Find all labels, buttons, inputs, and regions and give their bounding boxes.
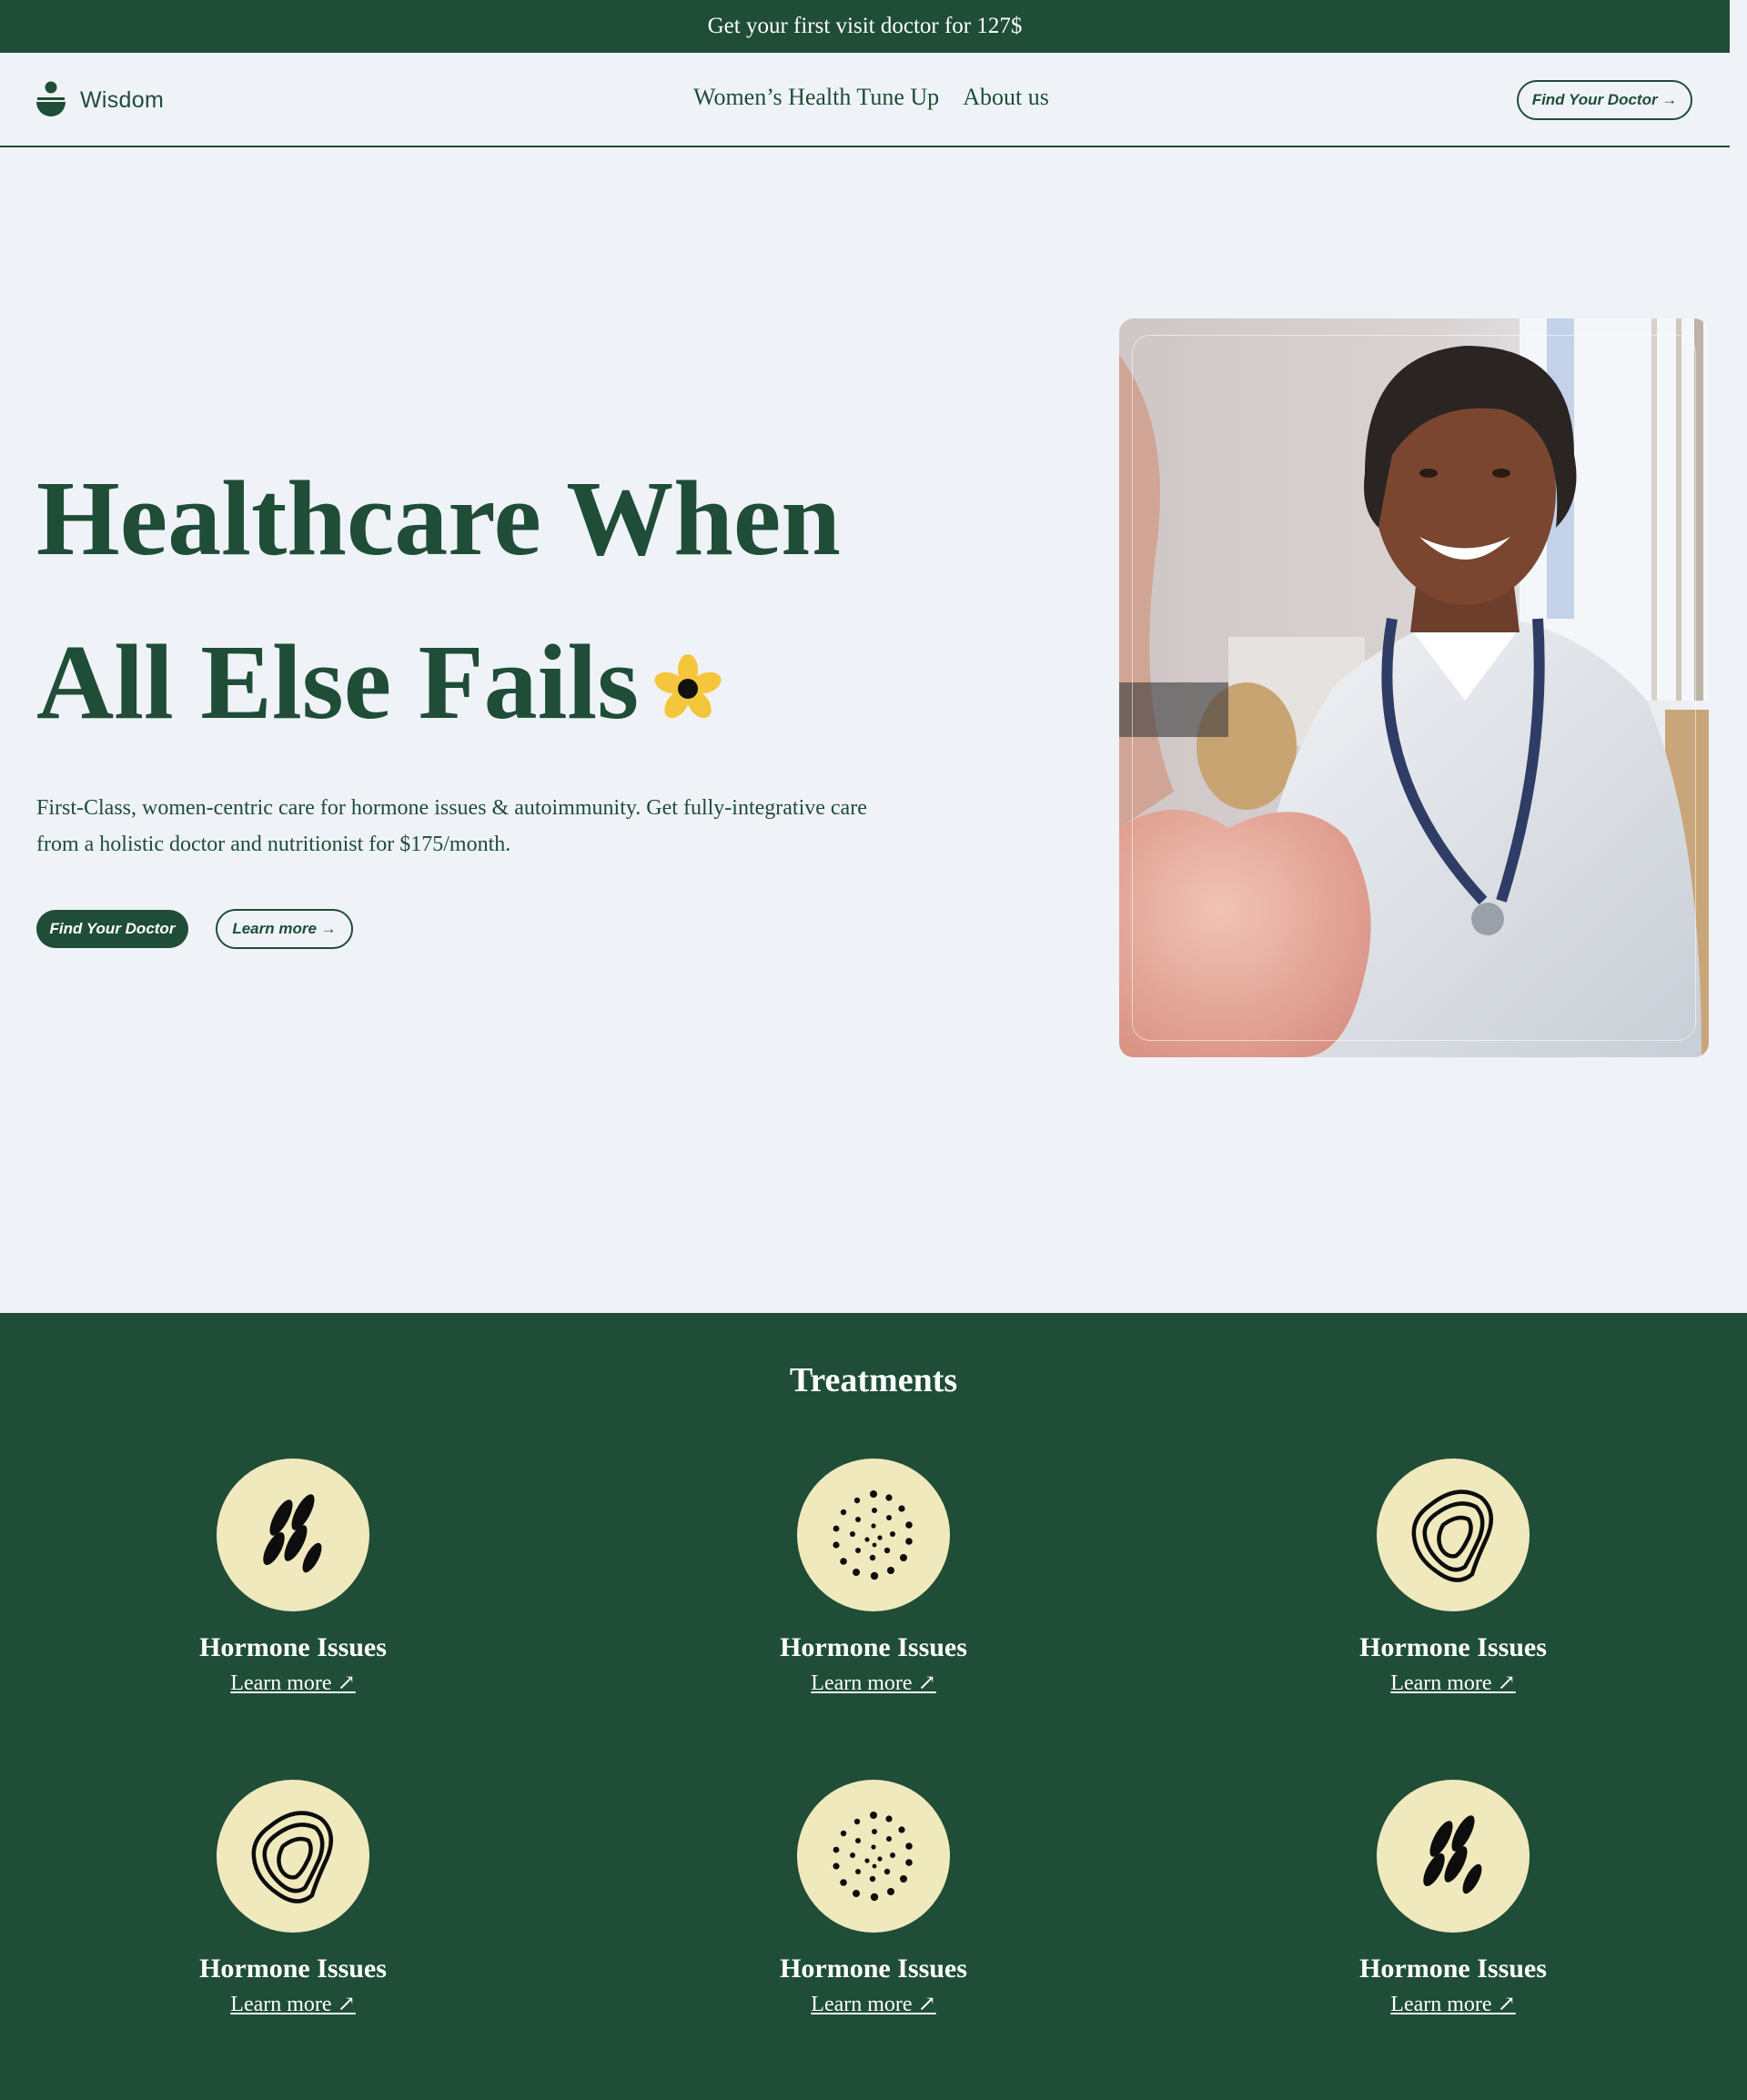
nav-link-about-us[interactable]: About us [963,84,1049,111]
promo-text: Get your first visit doctor for 127$ [707,14,1023,38]
treatment-card: Hormone Issues Learn more ↗ [157,1780,429,2017]
treatment-icon-circle [1377,1780,1530,1933]
treatment-card: Hormone Issues Learn more ↗ [737,1780,1010,2017]
seeds-icon [1423,1815,1482,1894]
nav-link-womens-health[interactable]: Women’s Health Tune Up [693,84,939,111]
hero-title-line-2: All Else Fails [36,622,640,742]
treatments-section: Treatments Hormone Issues Learn more ↗ H… [0,1313,1747,2100]
treatment-name: Hormone Issues [1359,1632,1547,1662]
treatment-name: Hormone Issues [780,1632,967,1662]
nav-links: Women’s Health Tune Up About us [693,84,1049,111]
logo-icon [36,81,66,116]
brand-name: Wisdom [80,86,165,113]
treatment-learn-more-link[interactable]: Learn more ↗ [811,1991,935,2017]
hero-title-line-1: Healthcare When [36,459,841,578]
dots-icon [833,1490,913,1580]
treatment-name: Hormone Issues [780,1954,967,1984]
treatment-card: Hormone Issues Learn more ↗ [157,1459,429,1696]
hero-description: First-Class, women-centric care for horm… [36,796,867,856]
flower-icon [654,653,722,719]
treatment-name: Hormone Issues [199,1632,387,1662]
treatment-name: Hormone Issues [1359,1954,1547,1984]
treatment-learn-more-link[interactable]: Learn more ↗ [1390,1991,1515,2017]
learn-more-button[interactable]: Learn more → [216,909,353,949]
treatment-icon-circle [797,1459,950,1611]
promo-bar: Get your first visit doctor for 127$ [0,0,1730,53]
treatment-card: Hormone Issues Learn more ↗ [737,1459,1010,1696]
treatment-learn-more-link[interactable]: Learn more ↗ [1390,1670,1515,1696]
contour-icon [251,1811,334,1903]
treatments-title: Treatments [789,1361,958,1399]
treatment-learn-more-link[interactable]: Learn more ↗ [811,1670,935,1696]
doctor-illustration [1119,318,1709,1057]
dots-icon [833,1812,913,1902]
treatment-learn-more-link[interactable]: Learn more ↗ [230,1991,355,2017]
treatment-icon-circle [217,1459,369,1611]
top-navigation: Wisdom Women’s Health Tune Up About us F… [0,53,1730,147]
treatment-name: Hormone Issues [199,1954,387,1984]
treatment-card: Hormone Issues Learn more ↗ [1317,1780,1590,2017]
seeds-icon [263,1494,322,1573]
hero-title-line-2-wrap: All Else Fails [36,601,841,764]
treatment-icon-circle [217,1780,369,1933]
contour-icon [1411,1489,1494,1582]
hero-title: Healthcare When All Else Fails [36,437,841,764]
nav-find-doctor-button[interactable]: Find Your Doctor → [1517,80,1692,120]
brand-logo[interactable]: Wisdom [35,78,164,122]
find-your-doctor-button[interactable]: Find Your Doctor [36,910,188,948]
treatment-card: Hormone Issues Learn more ↗ [1317,1459,1590,1696]
treatment-icon-circle [797,1780,950,1933]
treatment-icon-circle [1377,1459,1530,1611]
hero-doctor-photo [1119,318,1709,1057]
treatment-learn-more-link[interactable]: Learn more ↗ [230,1670,355,1696]
